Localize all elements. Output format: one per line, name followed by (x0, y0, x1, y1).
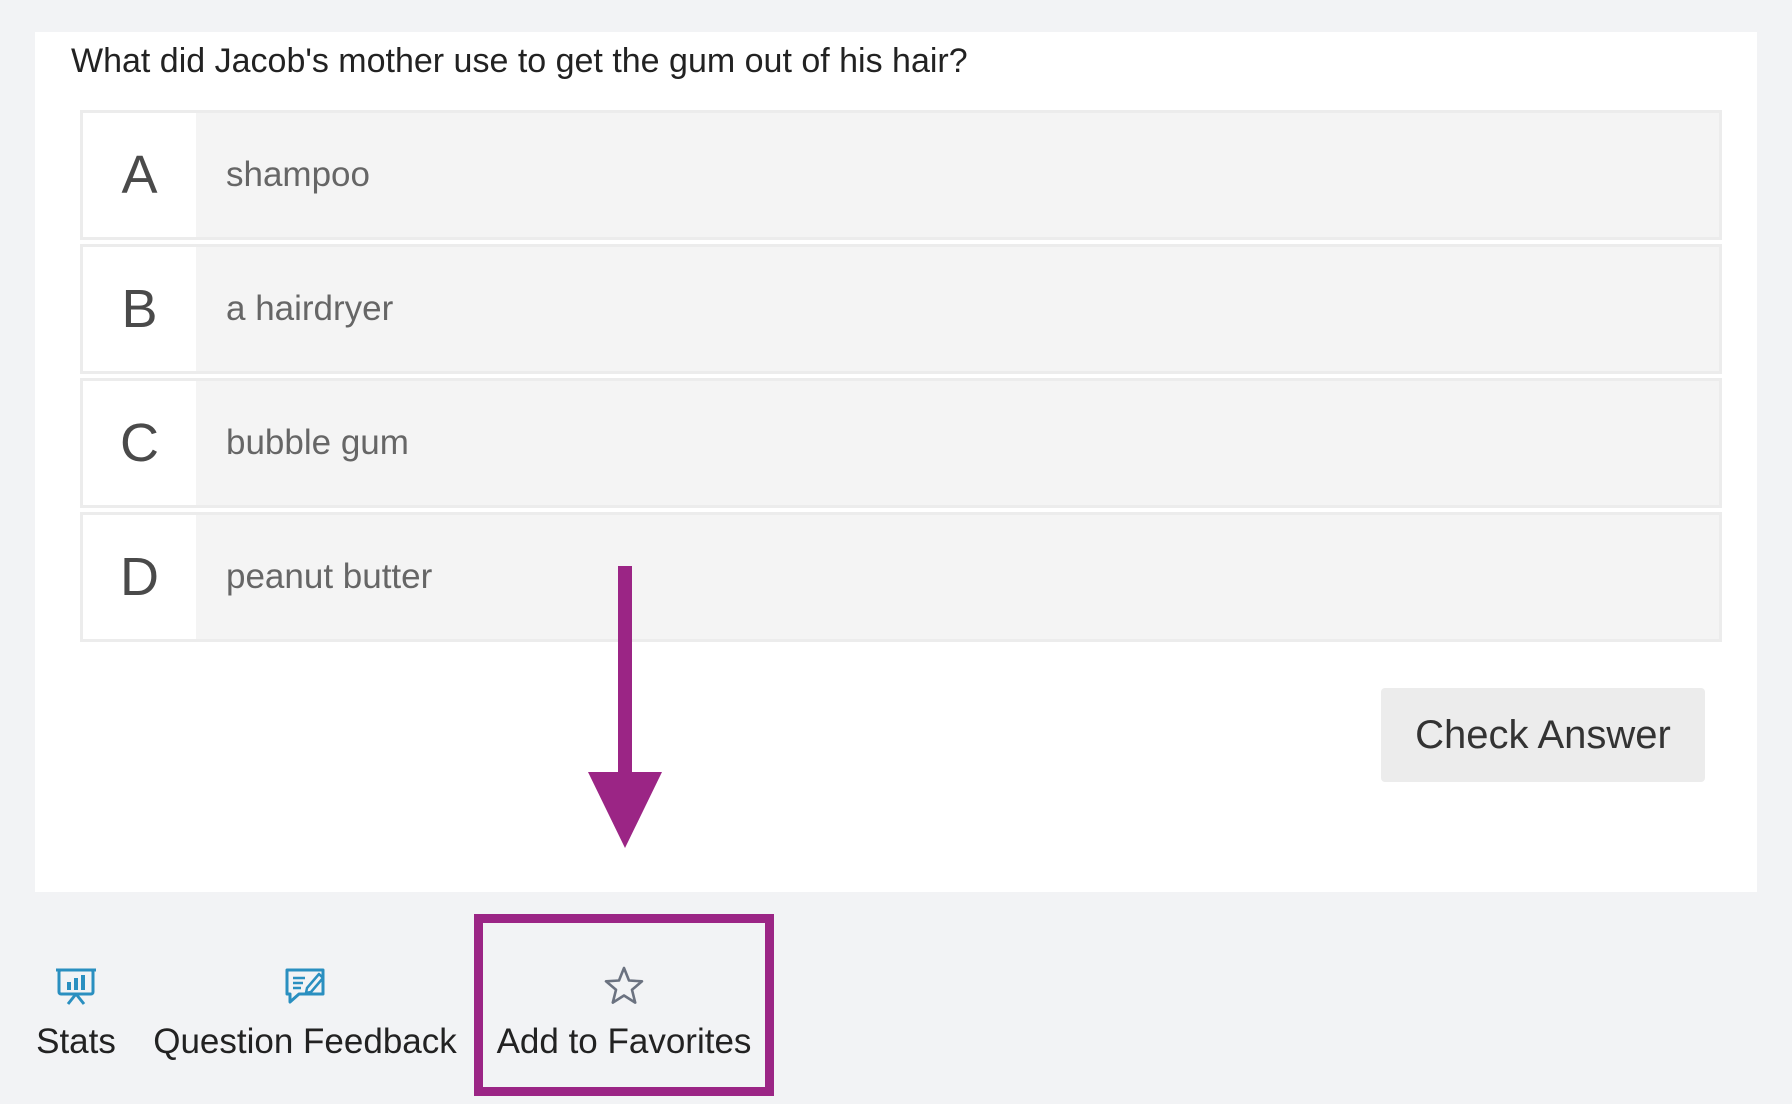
question-text: What did Jacob's mother use to get the g… (71, 42, 968, 80)
stats-button[interactable]: Stats (20, 940, 132, 1080)
option-letter: A (83, 113, 196, 237)
answer-option-b[interactable]: B a hairdryer (80, 244, 1722, 374)
check-answer-button[interactable]: Check Answer (1381, 688, 1705, 782)
question-feedback-label: Question Feedback (153, 1022, 457, 1061)
answer-option-c[interactable]: C bubble gum (80, 378, 1722, 508)
option-text: bubble gum (226, 423, 409, 462)
option-text: peanut butter (226, 557, 433, 596)
answer-option-d[interactable]: D peanut butter (80, 512, 1722, 642)
presentation-chart-icon (56, 968, 96, 1005)
option-letter: D (83, 515, 196, 639)
add-to-favorites-label: Add to Favorites (496, 1022, 752, 1061)
option-text: a hairdryer (226, 289, 394, 328)
stats-label: Stats (36, 1022, 116, 1061)
option-text: shampoo (226, 155, 370, 194)
option-letter: C (83, 381, 196, 505)
answer-option-a[interactable]: A shampoo (80, 110, 1722, 240)
chat-edit-icon (285, 968, 325, 1004)
question-card: What did Jacob's mother use to get the g… (35, 32, 1757, 892)
question-feedback-button[interactable]: Question Feedback (148, 940, 462, 1080)
star-outline-icon (604, 966, 644, 1004)
add-to-favorites-button[interactable]: Add to Favorites (483, 940, 765, 1080)
option-letter: B (83, 247, 196, 371)
